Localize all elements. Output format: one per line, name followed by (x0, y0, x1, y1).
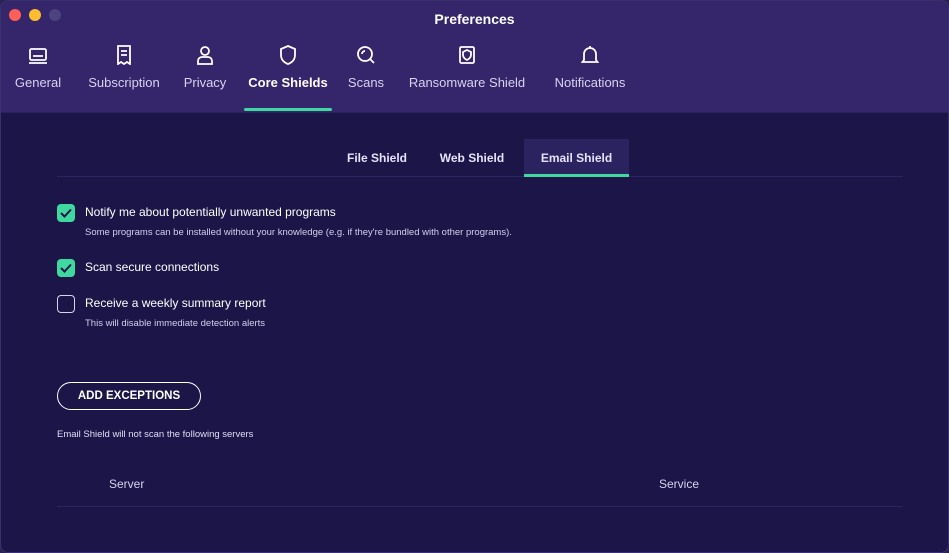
window-title: Preferences (434, 11, 515, 27)
shield-icon (279, 39, 297, 65)
add-exceptions-button[interactable]: ADD EXCEPTIONS (57, 382, 201, 410)
receipt-icon (116, 39, 132, 65)
tab-label: Privacy (183, 75, 227, 90)
exceptions-table-header: Server Service (57, 467, 903, 507)
option-label: Notify me about potentially unwanted pro… (85, 205, 336, 219)
tab-notifications[interactable]: Notifications (547, 39, 633, 113)
column-server[interactable]: Server (109, 477, 144, 491)
person-icon (196, 39, 214, 65)
tab-label: Ransomware Shield (408, 75, 526, 90)
tab-subscription[interactable]: Subscription (81, 39, 167, 113)
tab-label: Notifications (554, 75, 626, 90)
scan-secure-checkbox[interactable] (57, 259, 75, 277)
folder-shield-icon (458, 39, 476, 65)
tab-core-shields[interactable]: Core Shields (242, 39, 334, 113)
option-label: Scan secure connections (85, 260, 220, 274)
bell-icon (581, 39, 599, 65)
subtab-email-shield[interactable]: Email Shield (524, 139, 629, 177)
subtab-file-shield[interactable]: File Shield (337, 139, 417, 176)
tab-scans[interactable]: Scans (343, 39, 389, 113)
column-service[interactable]: Service (659, 477, 699, 491)
tab-label: General (14, 75, 62, 90)
subtab-web-shield[interactable]: Web Shield (427, 139, 517, 176)
checkmark-icon (60, 263, 72, 273)
tab-general[interactable]: General (11, 39, 65, 113)
magnifier-scan-icon (356, 39, 376, 65)
tab-label: Core Shields (248, 75, 328, 90)
exceptions-note: Email Shield will not scan the following… (57, 429, 254, 440)
option-description: This will disable immediate detection al… (85, 318, 266, 329)
tab-label: Subscription (88, 75, 160, 90)
option-label: Receive a weekly summary report (85, 296, 266, 310)
option-description: Some programs can be installed without y… (85, 227, 512, 238)
tab-privacy[interactable]: Privacy (179, 39, 231, 113)
weekly-report-checkbox[interactable] (57, 295, 75, 313)
tab-label: Scans (347, 75, 385, 90)
notify-pup-checkbox[interactable] (57, 204, 75, 222)
preferences-window: Preferences General Subscription Privacy… (0, 0, 949, 553)
checkmark-icon (60, 208, 72, 218)
monitor-icon (28, 39, 48, 65)
shield-subtabs: File Shield Web Shield Email Shield (57, 139, 903, 177)
active-tab-indicator (244, 108, 332, 111)
toolbar: Preferences General Subscription Privacy… (1, 1, 948, 113)
tab-ransomware-shield[interactable]: Ransomware Shield (401, 39, 533, 113)
